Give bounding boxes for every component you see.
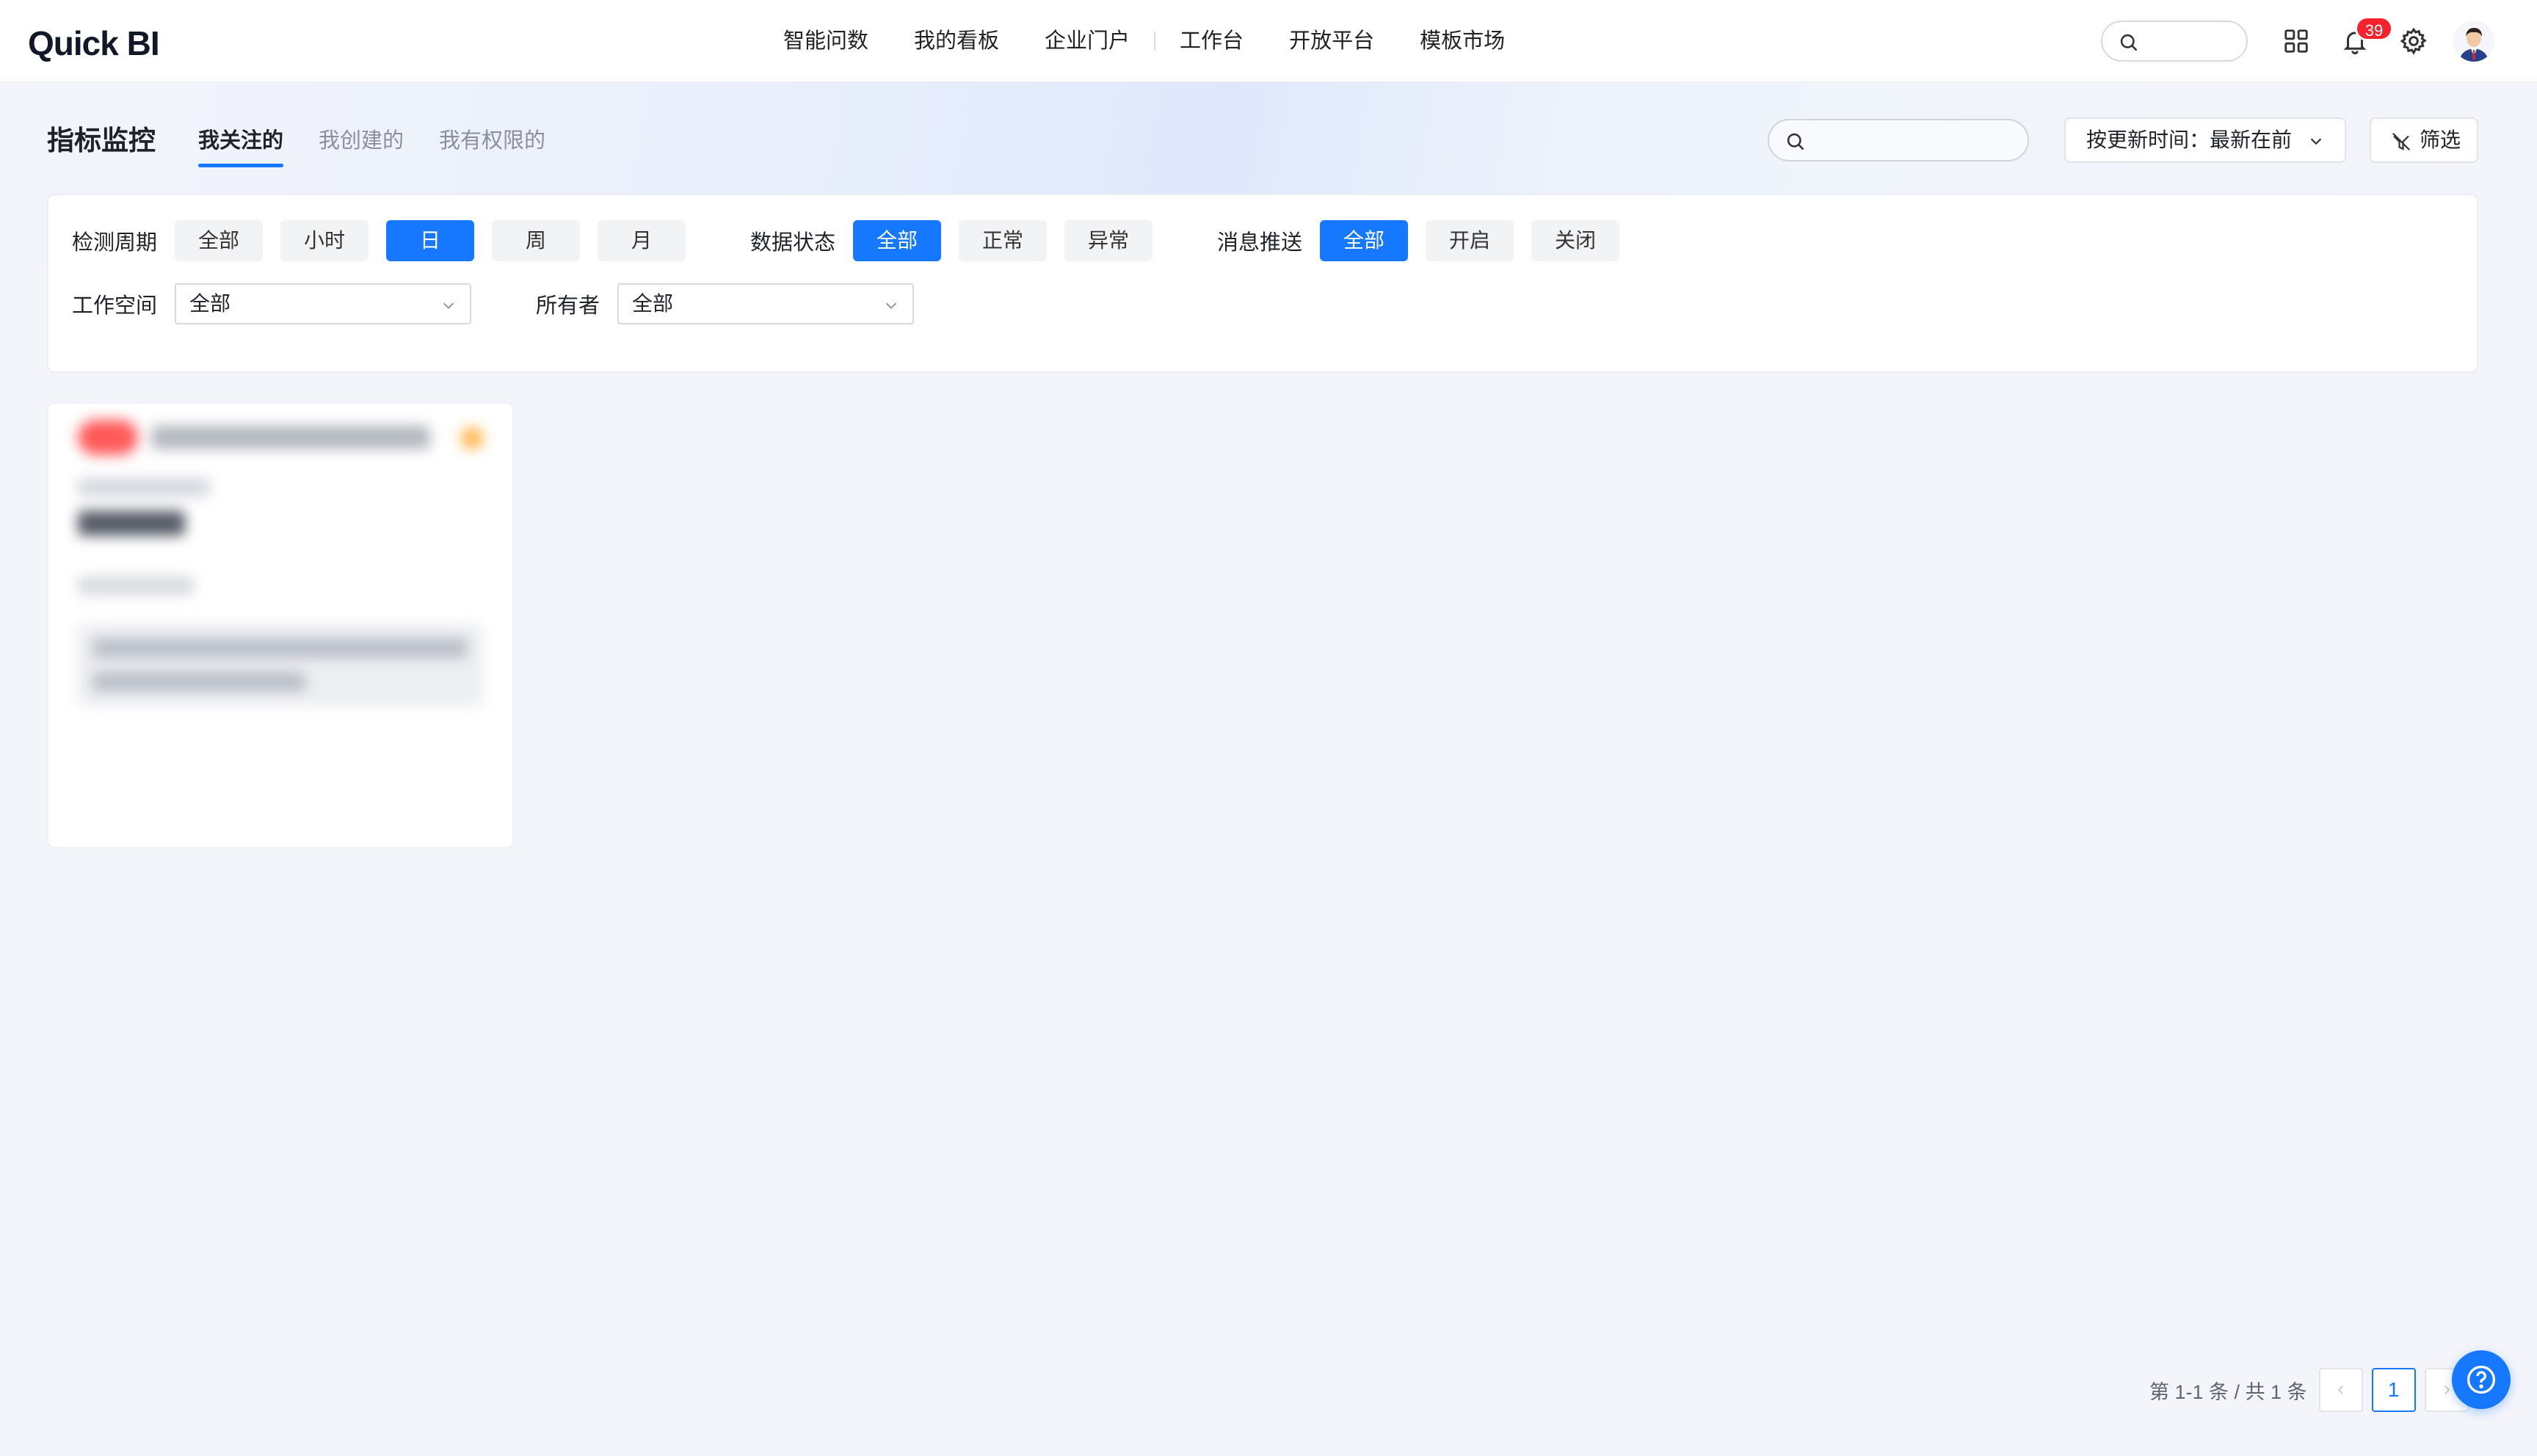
metric-card[interactable]: [47, 402, 514, 848]
chevron-left-icon: [2337, 1386, 2343, 1394]
filter-label: 筛选: [2420, 128, 2461, 151]
pagination: 第 1-1 条 / 共 1 条 1: [2149, 1368, 2478, 1412]
sort-dropdown[interactable]: 按更新时间：最新在前: [2064, 117, 2346, 163]
prev-page-button[interactable]: [2318, 1368, 2363, 1412]
avatar[interactable]: [2453, 21, 2494, 62]
status-option-abnormal[interactable]: 异常: [1064, 220, 1153, 261]
push-option-on[interactable]: 开启: [1426, 220, 1514, 261]
metric-meta: [78, 577, 194, 594]
status-option-all[interactable]: 全部: [853, 220, 942, 261]
status-option-normal[interactable]: 正常: [959, 220, 1048, 261]
period-option-hour[interactable]: 小时: [280, 220, 369, 261]
metric-description-line: [92, 672, 305, 691]
push-option-off[interactable]: 关闭: [1531, 220, 1620, 261]
global-search-input[interactable]: [2101, 21, 2248, 62]
help-button[interactable]: [2452, 1350, 2511, 1409]
search-icon: [1787, 133, 1804, 150]
metric-search-input[interactable]: [1768, 119, 2029, 161]
push-option-all[interactable]: 全部: [1320, 220, 1409, 261]
filter-button[interactable]: 筛选: [2370, 117, 2478, 163]
notification-count-badge: 39: [2355, 16, 2393, 41]
status-tag: [78, 420, 138, 455]
nav-divider: [1154, 32, 1156, 51]
nav-item-my-dashboards[interactable]: 我的看板: [891, 22, 1022, 60]
period-option-day[interactable]: 日: [386, 220, 475, 261]
push-filter-label: 消息推送: [1217, 231, 1303, 255]
metric-subtitle: [78, 478, 210, 496]
pagination-summary: 第 1-1 条 / 共 1 条: [2149, 1380, 2307, 1403]
nav-item-open-platform[interactable]: 开放平台: [1266, 22, 1397, 60]
metric-description-line: [92, 638, 467, 658]
period-option-month[interactable]: 月: [598, 220, 686, 261]
logo-text-prefix: Qu: [28, 24, 74, 62]
period-option-all[interactable]: 全部: [175, 220, 264, 261]
filter-row-selects: 工作空间 全部 所有者 全部: [72, 283, 915, 324]
quick-bi-logo[interactable]: Quick BI: [28, 21, 160, 66]
view-tabs: 我关注的 我创建的 我有权限的: [181, 122, 563, 169]
metric-value: [78, 511, 185, 536]
chevron-down-icon: [2310, 138, 2322, 145]
logo-text-rest: ick BI: [73, 24, 160, 62]
user-avatar-icon: [2453, 21, 2494, 62]
workspace-select-value: 全部: [189, 292, 231, 315]
owner-select-value: 全部: [632, 292, 674, 315]
nav-item-enterprise-portal[interactable]: 企业门户: [1022, 22, 1153, 60]
nav-item-smart-qa[interactable]: 智能问数: [761, 22, 891, 60]
tab-with-permission[interactable]: 我有权限的: [421, 122, 563, 169]
chevron-down-icon: [443, 302, 454, 310]
main-nav: 智能问数 我的看板 企业门户 工作台 开放平台 模板市场: [761, 22, 1528, 60]
top-navigation-bar: Quick BI 智能问数 我的看板 企业门户 工作台 开放平台 模板市场 39: [0, 0, 2537, 82]
apps-grid-button[interactable]: [2277, 22, 2315, 60]
filter-panel: 检测周期 全部 小时 日 周 月 数据状态 全部 正常 异常 消息推送 全部 开…: [47, 194, 2478, 373]
tab-following[interactable]: 我关注的: [181, 122, 301, 169]
period-option-week[interactable]: 周: [492, 220, 581, 261]
owner-filter-label: 所有者: [536, 294, 600, 318]
filter-icon: [2392, 132, 2411, 151]
chevron-right-icon: [2444, 1386, 2450, 1394]
star-icon[interactable]: [461, 427, 483, 449]
sort-label: 按更新时间：最新在前: [2086, 128, 2293, 151]
data-status-filter-label: 数据状态: [750, 231, 836, 255]
period-filter-label: 检测周期: [72, 231, 158, 255]
workspace-select[interactable]: 全部: [175, 283, 472, 324]
nav-item-workbench[interactable]: 工作台: [1157, 22, 1266, 60]
metric-description-box: [78, 624, 483, 706]
gear-icon: [2400, 27, 2427, 55]
search-icon: [2120, 34, 2138, 51]
help-icon: [2467, 1365, 2496, 1394]
owner-select[interactable]: 全部: [617, 283, 915, 324]
settings-button[interactable]: [2395, 22, 2433, 60]
blurred-card-content: [48, 404, 512, 847]
page-title: 指标监控: [47, 125, 156, 156]
chevron-down-icon: [885, 302, 897, 310]
page-number-button[interactable]: 1: [2371, 1368, 2416, 1412]
filter-row-options: 检测周期 全部 小时 日 周 月 数据状态 全部 正常 异常 消息推送 全部 开…: [72, 220, 1637, 261]
workspace-filter-label: 工作空间: [72, 294, 158, 318]
apps-grid-icon: [2284, 29, 2308, 53]
metric-title: [151, 426, 430, 449]
nav-item-template-market[interactable]: 模板市场: [1397, 22, 1528, 60]
tab-created-by-me[interactable]: 我创建的: [301, 122, 421, 169]
